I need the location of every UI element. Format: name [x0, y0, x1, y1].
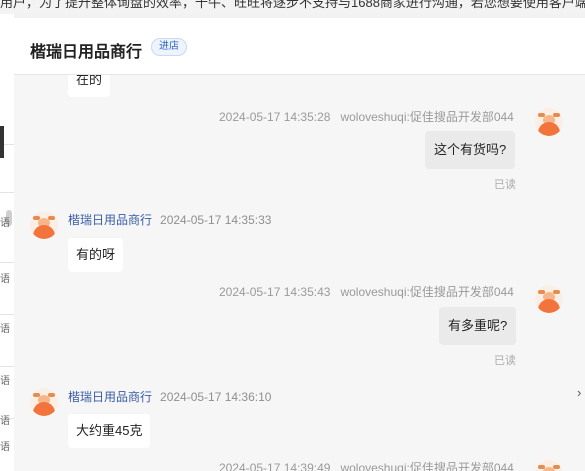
list-divider: [0, 314, 14, 315]
read-status: 已读: [494, 179, 516, 191]
chat-header: 楷瑞日用品商行 进店: [14, 18, 585, 75]
list-item-snippet[interactable]: 语: [0, 320, 10, 335]
outgoing-message-meta: 2024-05-17 14:35:43 woloveshuqi:促佳搜品开发部04…: [219, 283, 514, 300]
list-divider: [0, 262, 14, 263]
message-time: 2024-05-17 14:35:43: [219, 285, 331, 299]
message-time: 2024-05-17 14:35:28: [219, 110, 331, 124]
outgoing-message-bubble: 有多重呢?: [439, 307, 517, 345]
message-time: 2024-05-17 14:36:10: [160, 390, 272, 404]
outgoing-message-bubble: 这个有货吗?: [425, 131, 516, 169]
list-item-snippet[interactable]: 语: [0, 438, 10, 453]
list-divider: [0, 366, 14, 367]
incoming-message-bubble: 有的呀: [68, 238, 124, 272]
message-sender: woloveshuqi:促佳搜品开发部044: [340, 285, 514, 299]
message-sender[interactable]: 楷瑞日用品商行: [68, 390, 152, 404]
message-sender: woloveshuqi:促佳搜品开发部044: [340, 461, 514, 471]
shop-avatar[interactable]: [30, 388, 58, 416]
outgoing-message-meta: 2024-05-17 14:35:28 woloveshuqi:促佳搜品开发部04…: [219, 108, 514, 125]
outgoing-message-meta: 2024-05-17 14:39:49 woloveshuqi:促佳搜品开发部04…: [219, 459, 514, 471]
message-time: 2024-05-17 14:35:33: [160, 213, 272, 227]
shop-name: 楷瑞日用品商行: [30, 44, 143, 61]
chevron-right-icon[interactable]: ›: [577, 385, 581, 400]
incoming-message-meta: 楷瑞日用品商行 2024-05-17 14:36:10: [68, 388, 271, 405]
chat-window: 楷瑞日用品商行 进店 在的 2024-05-17 14:35:28 woloves…: [14, 18, 585, 471]
user-avatar[interactable]: [535, 285, 563, 313]
list-item-snippet[interactable]: 语: [0, 270, 10, 285]
list-divider: [0, 192, 14, 193]
notice-text: 用户，为了提升整体询盘的效率，千牛、旺旺将逐步不支持与1688商家进行沟通，若您…: [0, 0, 585, 10]
notice-banner: 用户，为了提升整体询盘的效率，千牛、旺旺将逐步不支持与1688商家进行沟通，若您…: [0, 0, 585, 14]
enter-shop-button[interactable]: 进店: [151, 38, 187, 56]
list-item-snippet[interactable]: 语: [0, 372, 10, 387]
user-avatar[interactable]: [535, 108, 563, 136]
message-list[interactable]: 在的 2024-05-17 14:35:28 woloveshuqi:促佳搜品开发…: [14, 75, 585, 471]
incoming-message-bubble: 在的: [68, 75, 111, 97]
message-sender: woloveshuqi:促佳搜品开发部044: [340, 110, 514, 124]
incoming-message-bubble: 大约重45克: [68, 414, 151, 448]
message-time: 2024-05-17 14:39:49: [219, 461, 331, 471]
conversation-list-strip[interactable]: 语 语 语 语 语 语: [0, 14, 14, 471]
list-item-snippet[interactable]: 语: [0, 214, 10, 229]
user-avatar[interactable]: [535, 460, 563, 471]
incoming-message-meta: 楷瑞日用品商行 2024-05-17 14:35:33: [68, 211, 271, 228]
list-selection-marker: [0, 126, 4, 158]
shop-avatar[interactable]: [30, 211, 58, 239]
message-sender[interactable]: 楷瑞日用品商行: [68, 213, 152, 227]
read-status: 已读: [494, 355, 516, 367]
list-item-snippet[interactable]: 语: [0, 412, 10, 427]
